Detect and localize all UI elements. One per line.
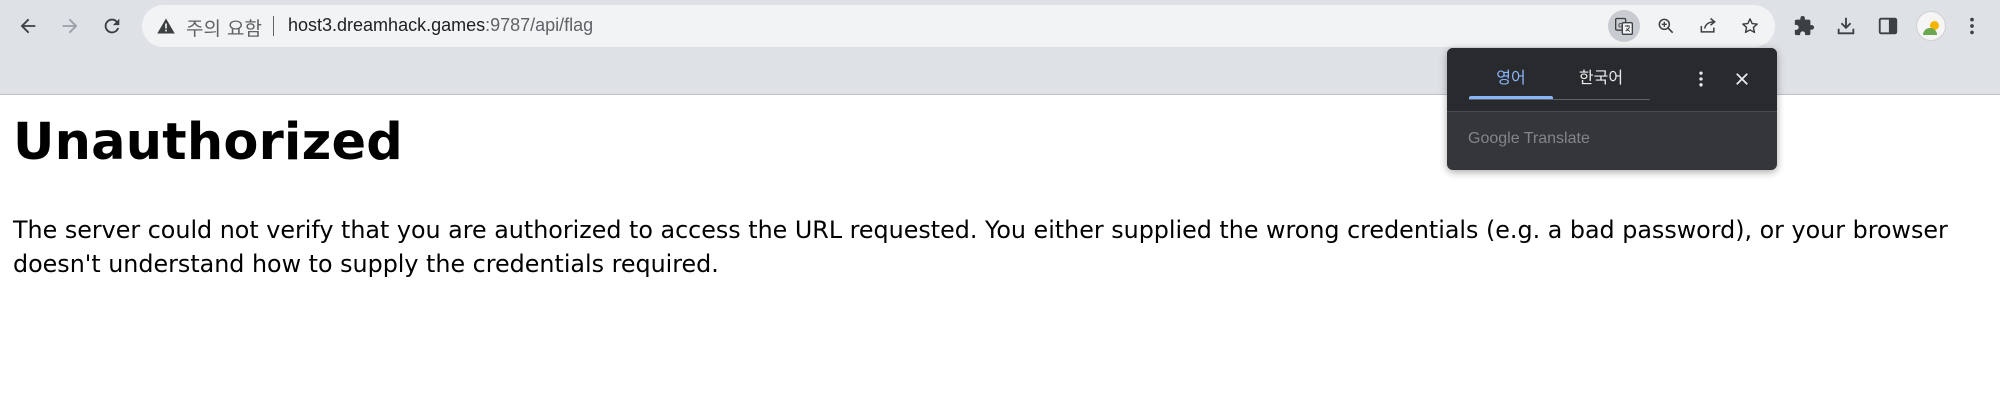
tab-source-language[interactable]: 영어 bbox=[1469, 64, 1553, 88]
puzzle-icon bbox=[1794, 15, 1815, 36]
side-panel-button[interactable] bbox=[1874, 12, 1902, 40]
active-tab-indicator bbox=[1469, 96, 1553, 99]
reload-button[interactable] bbox=[94, 8, 130, 44]
translate-icon: G bbox=[1615, 17, 1633, 35]
google-translate-attribution: Google Translate bbox=[1468, 130, 1590, 148]
tab-divider-line bbox=[1469, 99, 1650, 100]
google-wordmark: Google bbox=[1468, 130, 1520, 147]
download-icon bbox=[1837, 17, 1855, 35]
avatar-hill-shape bbox=[1923, 28, 1937, 35]
downloads-button[interactable] bbox=[1832, 12, 1860, 40]
browser-toolbar: 주의 요함 host3.dreamhack.games:9787/api/fla… bbox=[0, 0, 2000, 51]
address-separator bbox=[273, 16, 274, 36]
share-icon bbox=[1700, 17, 1716, 33]
tab-target-language[interactable]: 한국어 bbox=[1559, 64, 1643, 88]
share-button[interactable] bbox=[1692, 10, 1724, 42]
warning-triangle-icon[interactable] bbox=[156, 16, 176, 36]
security-status-label[interactable]: 주의 요함 bbox=[186, 14, 262, 41]
url-path: :9787/api/flag bbox=[485, 15, 594, 35]
translate-close-button[interactable] bbox=[1730, 67, 1754, 91]
page-title: Unauthorized bbox=[13, 113, 403, 172]
zoom-icon bbox=[1658, 18, 1674, 34]
zoom-button[interactable] bbox=[1650, 10, 1682, 42]
translate-popup-header: 영어 한국어 bbox=[1447, 48, 1777, 112]
back-button[interactable] bbox=[10, 8, 46, 44]
translate-button[interactable]: G bbox=[1608, 10, 1640, 42]
forward-button[interactable] bbox=[52, 8, 88, 44]
bookmark-button[interactable] bbox=[1734, 10, 1766, 42]
close-icon bbox=[1736, 73, 1748, 85]
more-vertical-icon bbox=[1699, 71, 1703, 87]
url-text[interactable]: host3.dreamhack.games:9787/api/flag bbox=[288, 15, 593, 36]
more-vertical-icon bbox=[1970, 17, 1974, 35]
star-icon bbox=[1742, 18, 1758, 34]
side-panel-icon bbox=[1878, 17, 1898, 35]
translate-options-button[interactable] bbox=[1689, 67, 1713, 91]
extensions-button[interactable] bbox=[1790, 12, 1818, 40]
avatar[interactable] bbox=[1916, 11, 1946, 41]
translate-popup: 영어 한국어 Google Translate bbox=[1447, 48, 1777, 170]
error-message: The server could not verify that you are… bbox=[13, 216, 1948, 278]
reload-icon bbox=[104, 18, 120, 34]
url-host: host3.dreamhack.games bbox=[288, 15, 486, 35]
address-bar[interactable]: 주의 요함 host3.dreamhack.games:9787/api/fla… bbox=[142, 5, 1775, 47]
arrow-right-icon bbox=[62, 18, 78, 34]
arrow-left-icon bbox=[20, 18, 36, 34]
translate-wordmark: Translate bbox=[1523, 130, 1590, 147]
browser-menu-button[interactable] bbox=[1958, 12, 1986, 40]
